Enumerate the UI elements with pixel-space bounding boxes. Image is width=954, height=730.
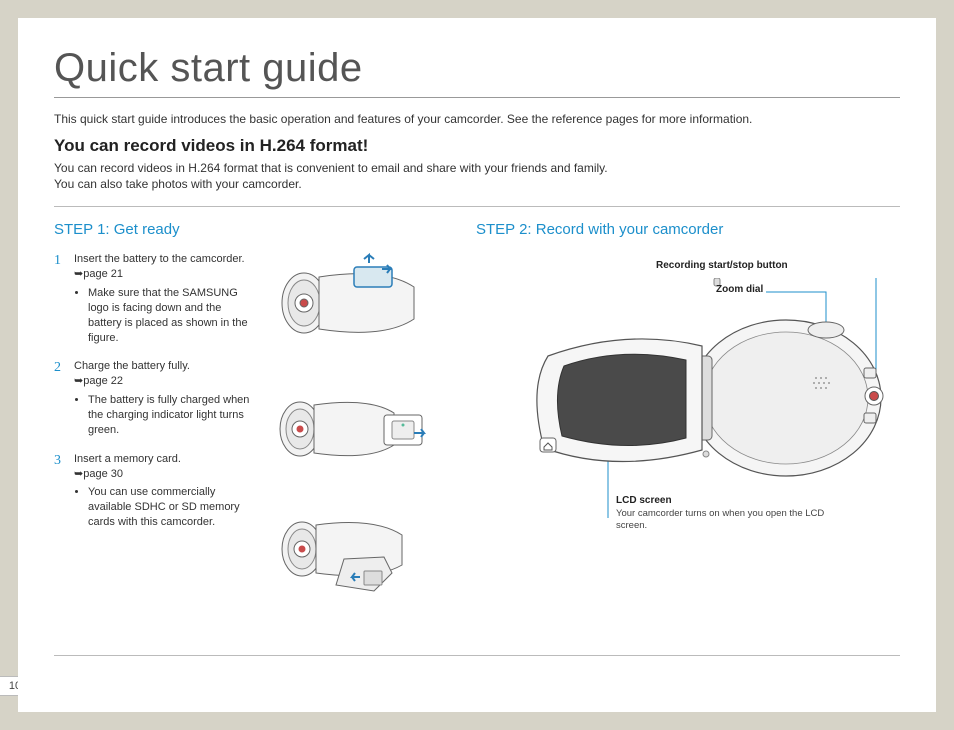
top-rule bbox=[54, 97, 900, 98]
steps-container: STEP 1: Get ready 1 Insert the battery t… bbox=[54, 206, 900, 656]
page-ref: page 22 bbox=[83, 375, 123, 387]
page-ref: page 21 bbox=[83, 268, 123, 280]
subdesc-line1: You can record videos in H.264 format th… bbox=[54, 161, 608, 175]
page-title: Quick start guide bbox=[54, 46, 900, 91]
label-zoom-dial: Zoom dial bbox=[716, 284, 763, 295]
camcorder-memcard-figure bbox=[274, 499, 434, 611]
step-bullet: Make sure that the SAMSUNG logo is facin… bbox=[88, 286, 254, 345]
step1-text: STEP 1: Get ready 1 Insert the battery t… bbox=[54, 221, 254, 637]
format-heading: You can record videos in H.264 format! bbox=[54, 136, 900, 156]
step1-figures bbox=[264, 221, 444, 637]
camcorder-charge-figure bbox=[274, 373, 434, 485]
format-description: You can record videos in H.264 format th… bbox=[54, 160, 900, 192]
step-number: 3 bbox=[54, 452, 66, 530]
lcd-label-sub: Your camcorder turns on when you open th… bbox=[616, 508, 846, 533]
label-lcd-screen: LCD screen Your camcorder turns on when … bbox=[616, 495, 846, 533]
step1-item-3: 3 Insert a memory card. ➥page 30 You can… bbox=[54, 452, 254, 530]
step-bullet: You can use commercially available SDHC … bbox=[88, 485, 254, 530]
page-ref: page 30 bbox=[83, 468, 123, 480]
lcd-label-title: LCD screen bbox=[616, 495, 672, 506]
step-text: Insert a memory card. bbox=[74, 453, 181, 465]
step1-item-2: 2 Charge the battery fully. ➥page 22 The… bbox=[54, 359, 254, 437]
step-text: Insert the battery to the camcorder. bbox=[74, 253, 245, 265]
step-text: Charge the battery fully. bbox=[74, 360, 190, 372]
step-number: 1 bbox=[54, 252, 66, 345]
step-bullet: The battery is fully charged when the ch… bbox=[88, 393, 254, 438]
page-content: Quick start guide This quick start guide… bbox=[18, 18, 936, 712]
step1-heading: STEP 1: Get ready bbox=[54, 221, 254, 238]
step2-heading: STEP 2: Record with your camcorder bbox=[476, 221, 900, 238]
intro-text: This quick start guide introduces the ba… bbox=[54, 112, 900, 126]
step1-item-1: 1 Insert the battery to the camcorder. ➥… bbox=[54, 252, 254, 345]
label-record-button: Recording start/stop button bbox=[656, 260, 788, 271]
step-number: 2 bbox=[54, 359, 66, 437]
camcorder-battery-figure bbox=[274, 247, 434, 359]
step2-column: STEP 2: Record with your camcorder Recor… bbox=[476, 221, 900, 637]
step1-column: STEP 1: Get ready 1 Insert the battery t… bbox=[54, 221, 460, 637]
subdesc-line2: You can also take photos with your camco… bbox=[54, 177, 302, 191]
camcorder-open-figure: Recording start/stop button Zoom dial LC… bbox=[486, 278, 896, 518]
